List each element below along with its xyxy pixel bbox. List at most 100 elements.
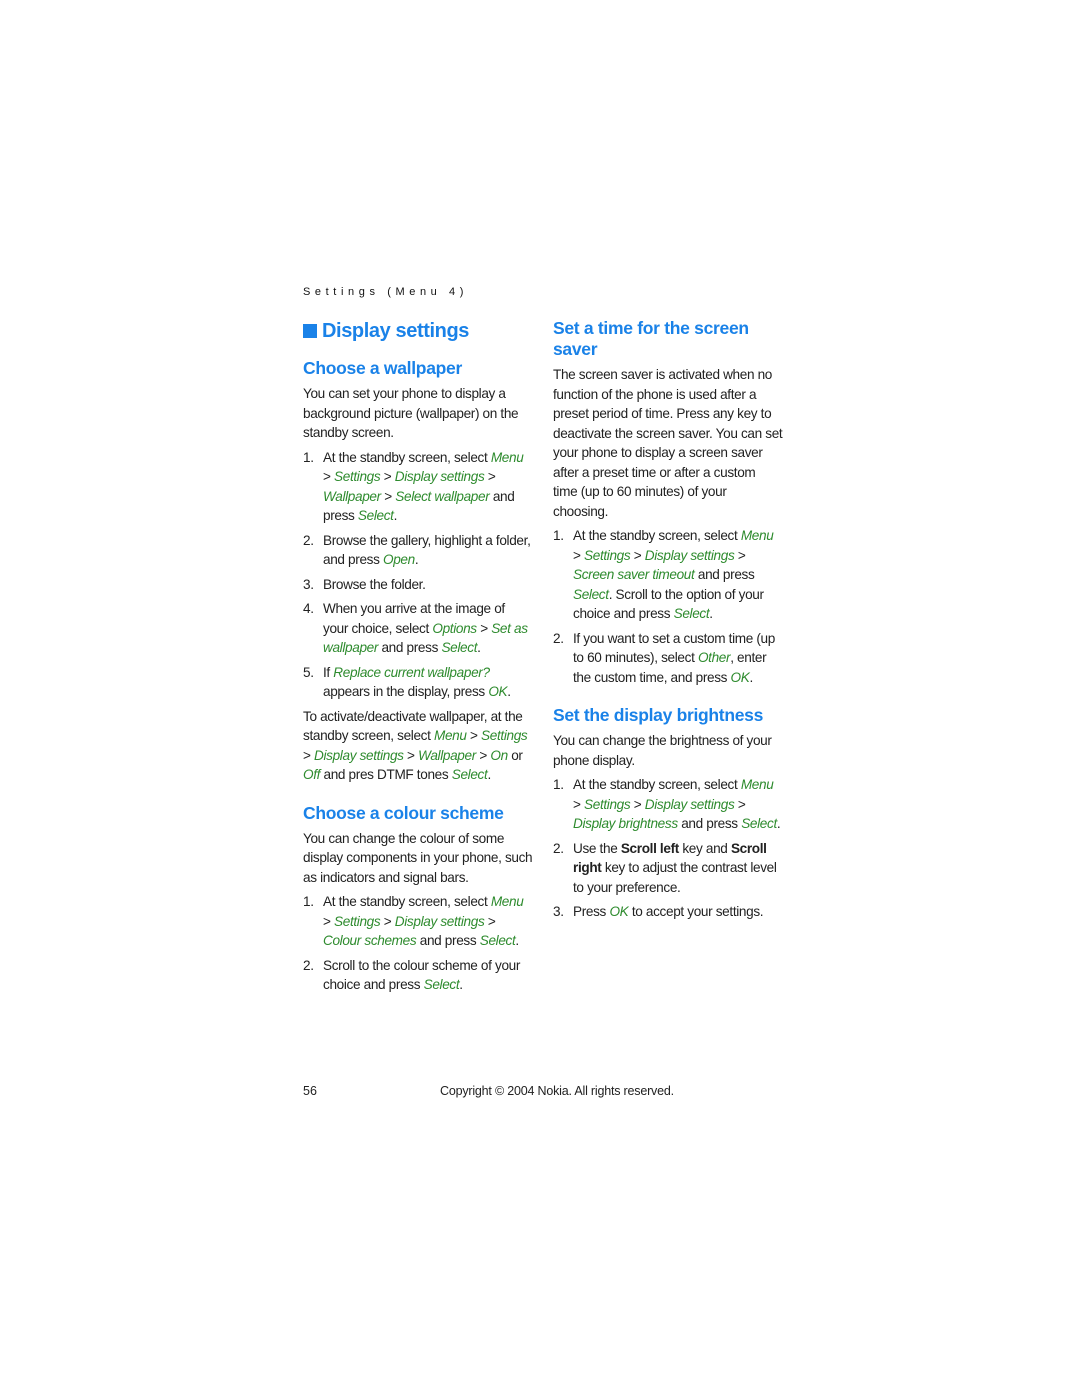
body-text: key and <box>678 840 731 856</box>
menu-path-term: Settings <box>334 913 381 929</box>
body-text: > <box>630 547 645 563</box>
body-text: or <box>507 747 523 763</box>
colour-scheme-heading: Choose a colour scheme <box>303 802 504 823</box>
running-head: Settings (Menu 4) <box>303 286 469 298</box>
step-number: 2. <box>303 957 314 973</box>
body-text: . <box>414 552 419 567</box>
step-number: 2. <box>553 840 564 856</box>
right-column: Set a time for the screen saver The scre… <box>553 318 783 927</box>
body-text: > <box>466 728 482 743</box>
menu-path-term: Display settings <box>394 469 485 484</box>
body-text: . <box>477 640 481 655</box>
list-item: 4. When you arrive at the image of your c… <box>303 599 533 658</box>
body-text: > <box>573 796 585 812</box>
step-number: 1. <box>553 777 564 792</box>
menu-path-term: Select <box>423 977 460 992</box>
body-text: If <box>323 664 334 680</box>
body-text: At the standby screen, select <box>573 777 741 792</box>
wallpaper-intro: You can set your phone to display a back… <box>303 386 519 440</box>
wallpaper-heading: Choose a wallpaper <box>303 358 462 378</box>
menu-path-term: Colour schemes <box>323 933 417 948</box>
page-number: 56 <box>303 1084 317 1098</box>
body-text: Scroll to the colour scheme of your choi… <box>323 957 521 993</box>
body-text: . <box>459 977 463 992</box>
manual-page: Settings (Menu 4) Display settings Choos… <box>0 0 1080 1397</box>
menu-path-term: Menu <box>433 728 467 743</box>
body-text: to accept your settings. <box>628 904 764 919</box>
body-text: . <box>487 767 491 782</box>
step-number: 2. <box>303 532 314 548</box>
menu-path-term: Select wallpaper <box>395 488 490 504</box>
body-text: At the standby screen, select <box>323 894 491 909</box>
screen-saver-intro: The screen saver is activated when no fu… <box>553 367 783 519</box>
body-text: > <box>734 547 746 563</box>
menu-path-term: Display settings <box>394 913 485 929</box>
body-text: key to adjust the contrast level to your… <box>573 860 777 895</box>
section-title-text: Display settings <box>322 320 469 342</box>
menu-path-term: Settings <box>481 728 528 743</box>
body-text: > <box>403 747 419 763</box>
list-item: 1. At the standby screen, select Menu > S… <box>553 526 783 624</box>
copyright-notice: Copyright © 2004 Nokia. All rights reser… <box>440 1084 674 1098</box>
step-number: 3. <box>553 904 564 919</box>
list-item: 5. If Replace current wallpaper? appears … <box>303 663 533 702</box>
section-title: Display settings <box>303 318 533 344</box>
list-item: 2. Use the Scroll left key and Scroll rig… <box>553 839 783 898</box>
list-item: 3. Press OK to accept your settings. <box>553 902 783 922</box>
menu-path-term: Display brightness <box>573 816 678 831</box>
body-text: Browse the folder. <box>323 576 426 592</box>
body-text: At the standby screen, select <box>573 528 741 543</box>
menu-path-term: Select <box>741 816 777 831</box>
body-text: > <box>484 913 496 929</box>
menu-path-term: Screen saver timeout <box>573 567 695 582</box>
list-item: 1. At the standby screen, select Menu > S… <box>303 892 533 951</box>
wallpaper-steps: 1. At the standby screen, select Menu > S… <box>303 448 533 702</box>
step-number: 4. <box>303 601 314 616</box>
body-text: > <box>380 913 395 929</box>
menu-path-term: Display settings <box>644 547 735 563</box>
body-text: and press <box>378 640 442 655</box>
body-text: > <box>380 488 396 504</box>
list-item: 2. Scroll to the colour scheme of your ch… <box>303 956 533 995</box>
menu-path-term: Menu <box>490 449 524 465</box>
screen-saver-heading: Set a time for the screen saver <box>553 318 749 359</box>
body-text: . <box>776 816 781 831</box>
menu-path-term: OK <box>730 669 750 685</box>
colour-scheme-intro: You can change the colour of some displa… <box>303 830 533 885</box>
body-text: . <box>507 684 511 699</box>
menu-path-term: OK <box>609 904 629 919</box>
menu-path-term: Options <box>432 620 477 636</box>
list-item: 3. Browse the folder. <box>303 575 533 595</box>
body-text: > <box>323 469 335 484</box>
menu-path-term: Menu <box>740 528 774 543</box>
body-text: > <box>476 620 492 636</box>
body-text: > <box>734 796 746 812</box>
step-number: 5. <box>303 664 314 680</box>
menu-path-term: Wallpaper <box>418 747 476 763</box>
step-number: 3. <box>303 576 314 592</box>
wallpaper-activate-note: To activate/deactivate wallpaper, at the… <box>303 707 533 785</box>
left-column: Display settings Choose a wallpaper You … <box>303 318 533 1000</box>
body-text: > <box>323 913 335 929</box>
body-text: and press <box>416 933 480 948</box>
menu-path-term: Select <box>357 508 394 523</box>
menu-path-term: Select <box>673 606 710 621</box>
menu-path-term: Settings <box>584 547 631 563</box>
menu-path-term: Replace current wallpaper? <box>333 664 490 680</box>
body-text: > <box>573 547 585 563</box>
body-text: and pres DTMF tones <box>320 767 452 782</box>
list-item: 1. At the standby screen, select Menu > S… <box>303 448 533 526</box>
menu-path-term: Select <box>451 767 488 782</box>
menu-path-term: Wallpaper <box>323 488 381 504</box>
body-text: > <box>630 796 645 812</box>
body-text: > <box>475 747 491 763</box>
menu-path-term: Select <box>441 640 478 655</box>
menu-path-term: Display settings <box>314 747 404 763</box>
brightness-heading: Set the display brightness <box>553 705 764 725</box>
menu-path-term: Select <box>573 586 609 602</box>
body-text: and press <box>677 816 742 831</box>
menu-path-term: Other <box>697 650 731 665</box>
colour-scheme-steps: 1. At the standby screen, select Menu > S… <box>303 892 533 995</box>
brightness-intro: You can change the brightness of your ph… <box>553 733 772 768</box>
body-text: Use the <box>573 840 621 856</box>
